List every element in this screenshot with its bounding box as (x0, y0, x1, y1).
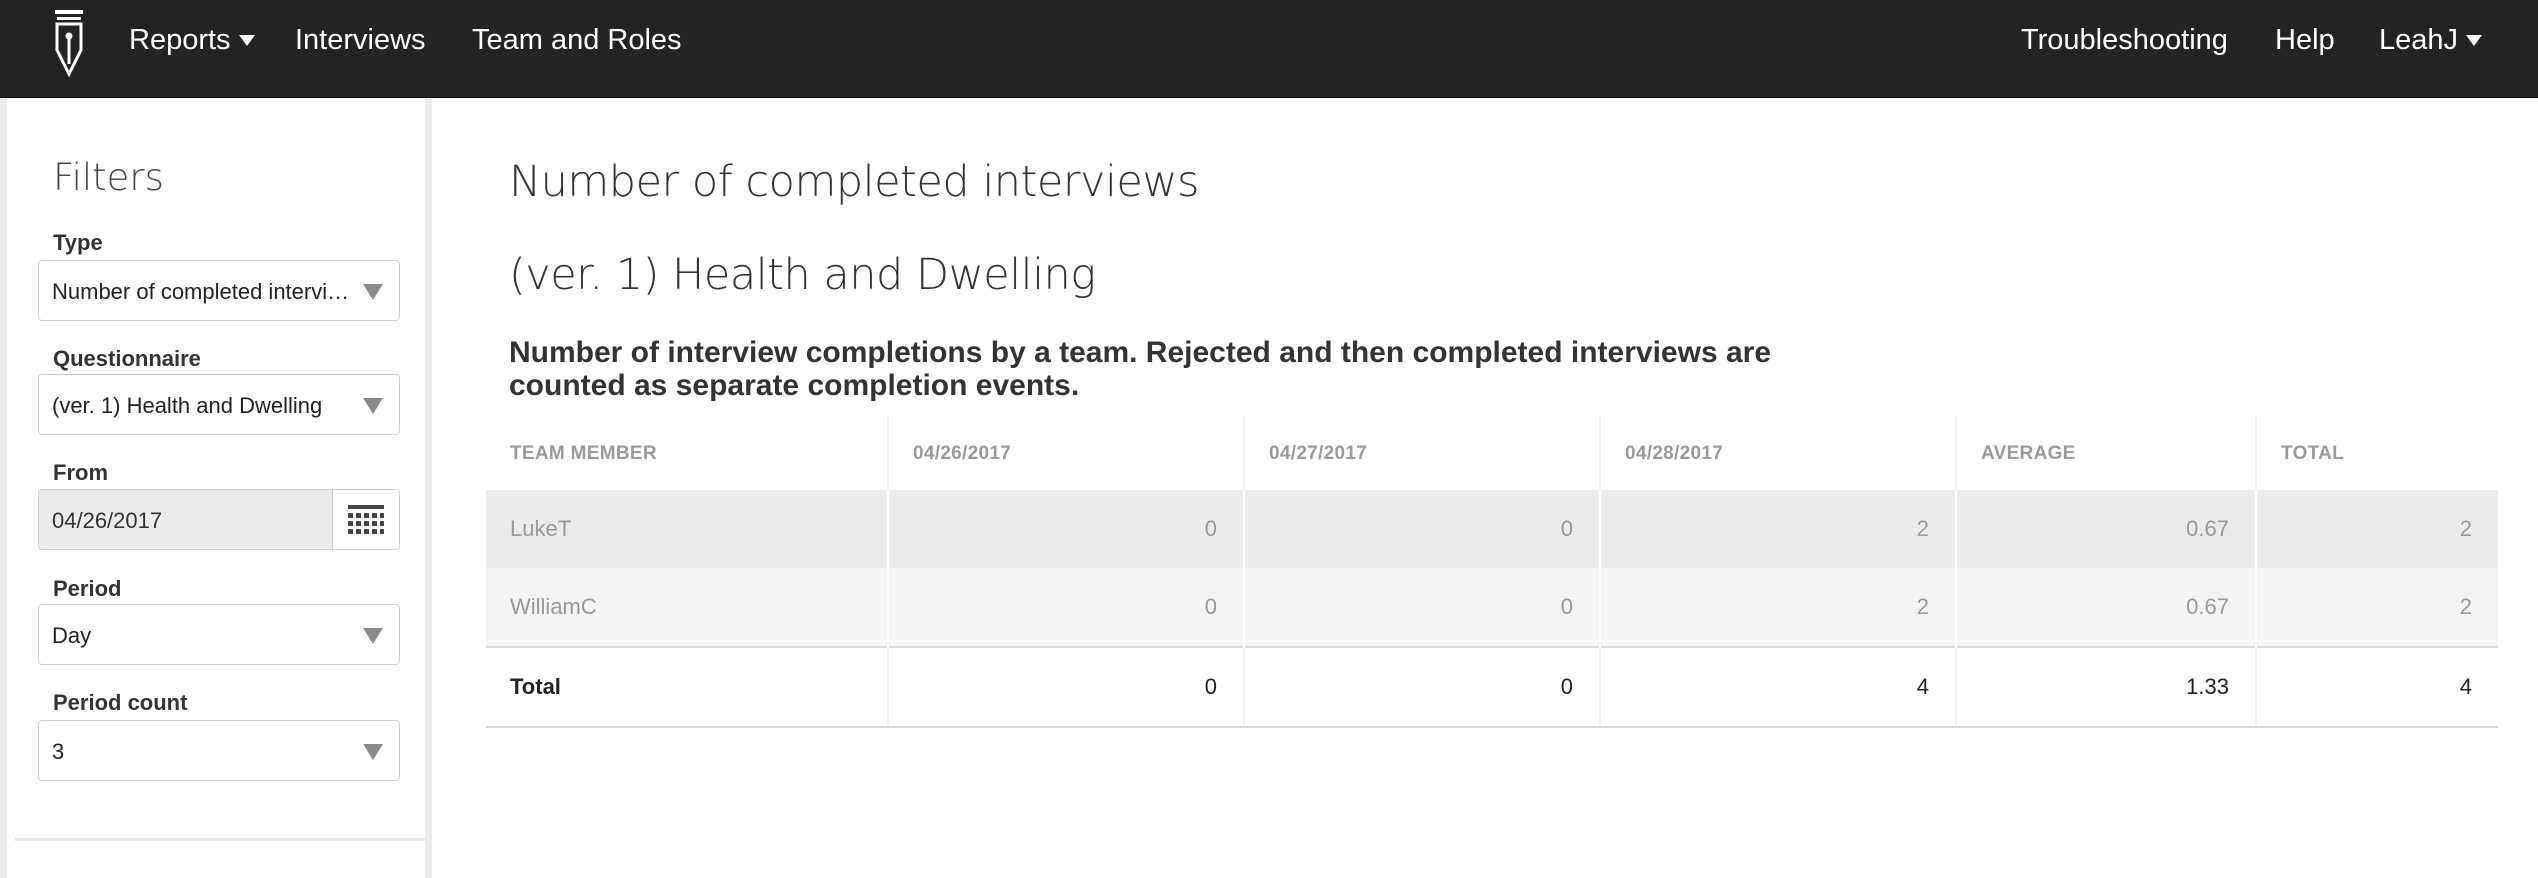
user-name: LeahJ (2379, 24, 2459, 56)
top-navbar: Reports Interviews Team and Roles Troubl… (0, 0, 2538, 98)
column-header[interactable]: AVERAGE (1956, 417, 2257, 490)
from-label: From (53, 460, 108, 485)
total-label-cell: Total (486, 646, 889, 728)
type-select[interactable]: Number of completed intervi… (38, 260, 400, 321)
chevron-down-icon (363, 284, 383, 300)
table-cell: 0 (888, 646, 1245, 728)
report-table: TEAM MEMBER 04/26/2017 04/27/2017 04/28/… (486, 417, 2498, 728)
table-cell: 0 (888, 568, 1245, 647)
nav-troubleshooting-link[interactable]: Troubleshooting (2021, 20, 2228, 60)
period-count-select[interactable]: 3 (38, 720, 400, 781)
table-cell: 1.33 (1956, 646, 2257, 728)
column-header[interactable]: 04/27/2017 (1244, 417, 1601, 490)
report-description: Number of interview completions by a tea… (509, 336, 1772, 402)
questionnaire-label: Questionnaire (53, 346, 201, 371)
chevron-down-icon (363, 744, 383, 760)
period-select-value: Day (52, 623, 92, 648)
team-member-cell: LukeT (486, 490, 889, 568)
nav-reports-dropdown[interactable]: Reports (129, 20, 255, 60)
table-cell: 2 (1600, 568, 1957, 647)
app-logo-icon[interactable] (52, 6, 86, 78)
from-date-field[interactable]: 04/26/2017 (38, 489, 400, 550)
table-total-row: Total 0 0 4 1.33 4 (486, 646, 2498, 728)
column-header[interactable]: TOTAL (2256, 417, 2498, 490)
table-cell: 0.67 (1956, 568, 2257, 647)
table-cell: 2 (2256, 490, 2498, 568)
nav-help-link[interactable]: Help (2275, 20, 2335, 60)
nav-team-and-roles-link[interactable]: Team and Roles (472, 20, 682, 60)
table-cell: 0 (1244, 646, 1601, 728)
type-label: Type (53, 230, 103, 255)
chevron-down-icon (238, 34, 255, 46)
period-count-select-value: 3 (52, 739, 65, 764)
column-header[interactable]: 04/28/2017 (1600, 417, 1957, 490)
nav-interviews-link[interactable]: Interviews (295, 20, 426, 60)
table-cell: 0 (888, 490, 1245, 568)
questionnaire-select-value: (ver. 1) Health and Dwelling (52, 393, 323, 418)
report-title: Number of completed interviews (509, 157, 1199, 207)
type-select-value: Number of completed intervi… (52, 279, 350, 304)
period-label: Period (53, 576, 122, 601)
chevron-down-icon (363, 628, 383, 644)
chevron-down-icon (363, 398, 383, 414)
table-cell: 2 (1600, 490, 1957, 568)
table-cell: 0.67 (1956, 490, 2257, 568)
from-date-value: 04/26/2017 (52, 508, 163, 533)
table-header-row: TEAM MEMBER 04/26/2017 04/27/2017 04/28/… (486, 417, 2498, 490)
filters-title: Filters (53, 156, 164, 199)
chevron-down-icon (2466, 34, 2483, 46)
calendar-icon (348, 505, 384, 534)
nav-reports-label: Reports (129, 24, 231, 56)
period-count-label: Period count (53, 690, 188, 715)
calendar-button[interactable] (332, 490, 399, 549)
table-cell: 4 (2256, 646, 2498, 728)
team-member-cell: WilliamC (486, 568, 889, 647)
filters-sidebar: Filters Type Number of completed intervi… (0, 98, 432, 878)
column-header[interactable]: 04/26/2017 (888, 417, 1245, 490)
report-questionnaire: (ver. 1) Health and Dwelling (509, 250, 1096, 300)
table-cell: 0 (1244, 568, 1601, 647)
table-cell: 0 (1244, 490, 1601, 568)
period-select[interactable]: Day (38, 604, 400, 665)
table-row: WilliamC 0 0 2 0.67 2 (486, 568, 2498, 647)
table-cell: 4 (1600, 646, 1957, 728)
table-row: LukeT 0 0 2 0.67 2 (486, 490, 2498, 568)
table-cell: 2 (2256, 568, 2498, 647)
questionnaire-select[interactable]: (ver. 1) Health and Dwelling (38, 374, 400, 435)
nav-user-menu[interactable]: LeahJ (2379, 20, 2483, 60)
sidebar-divider (15, 838, 425, 841)
column-header[interactable]: TEAM MEMBER (486, 417, 889, 490)
